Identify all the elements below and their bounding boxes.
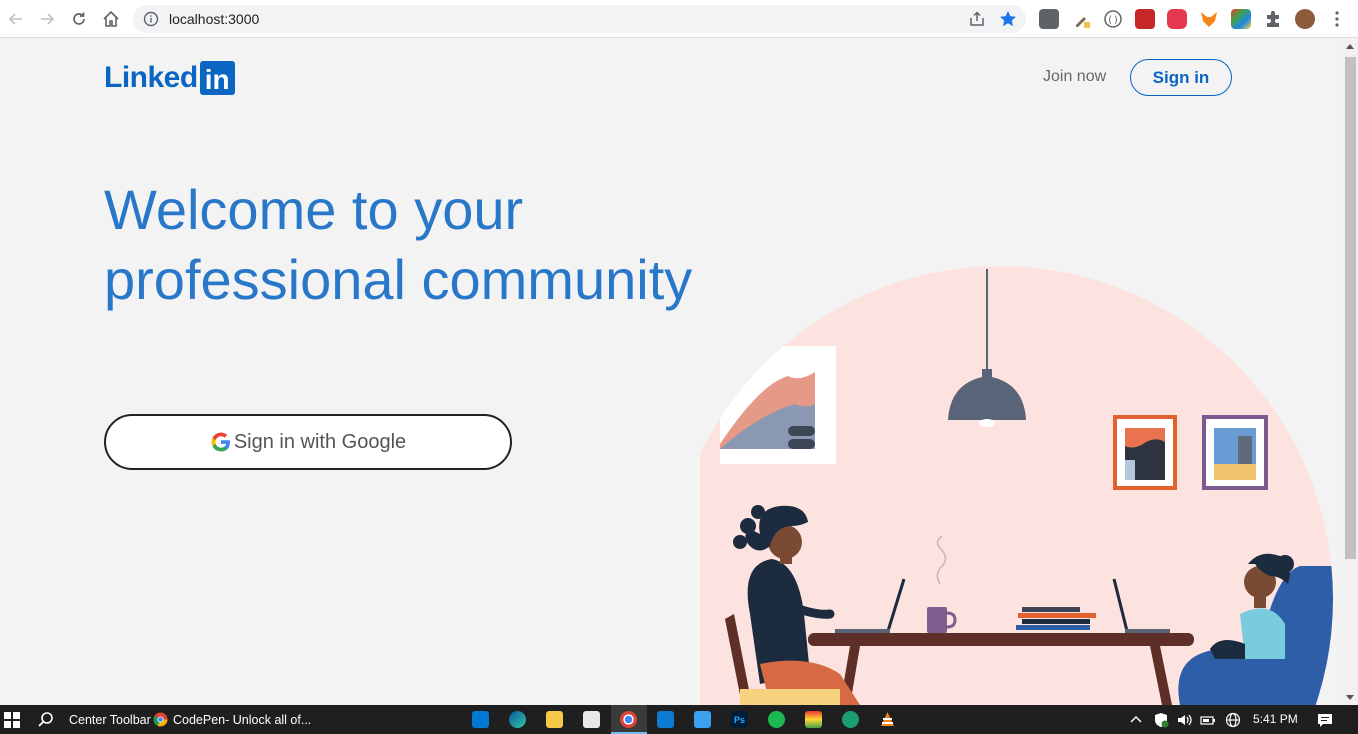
red-extension-icon[interactable] bbox=[1135, 9, 1155, 29]
network-globe-icon[interactable] bbox=[1225, 705, 1241, 734]
windows-logo-icon bbox=[4, 711, 20, 728]
linkedin-logo[interactable]: Linked in bbox=[104, 61, 235, 95]
url-text[interactable]: localhost:3000 bbox=[169, 11, 259, 27]
fox-extension-icon[interactable] bbox=[1199, 9, 1219, 29]
tray-chevron-icon[interactable] bbox=[1129, 705, 1143, 734]
clock-time[interactable]: 5:41 PM bbox=[1253, 712, 1298, 726]
security-shield-icon[interactable] bbox=[1153, 705, 1169, 734]
logo-in-box: in bbox=[199, 61, 235, 95]
forward-button[interactable] bbox=[35, 7, 59, 31]
scrollbar-thumb[interactable] bbox=[1345, 57, 1356, 559]
address-bar[interactable]: localhost:3000 bbox=[133, 5, 1026, 33]
home-icon bbox=[103, 10, 119, 27]
reload-button[interactable] bbox=[67, 7, 91, 31]
bookmark-star-icon[interactable] bbox=[998, 9, 1018, 29]
mail-app-icon[interactable] bbox=[472, 711, 489, 728]
vlc-app-icon[interactable] bbox=[879, 711, 896, 728]
taskbar-search-button[interactable] bbox=[37, 705, 55, 734]
headline-line-2: professional community bbox=[104, 248, 693, 311]
wall-art-orange-frame bbox=[1113, 415, 1177, 490]
scroll-down-arrow-icon[interactable] bbox=[1346, 695, 1354, 700]
volume-icon[interactable] bbox=[1176, 705, 1192, 734]
code-extension-icon[interactable]: () bbox=[1103, 9, 1123, 29]
profile-avatar[interactable] bbox=[1295, 9, 1315, 29]
google-icon bbox=[211, 432, 230, 452]
eyedropper-extension-icon[interactable] bbox=[1072, 9, 1092, 29]
back-button[interactable] bbox=[4, 7, 28, 31]
headline-line-1: Welcome to your bbox=[104, 178, 524, 241]
center-toolbar-item[interactable]: Center Toolbar bbox=[69, 705, 151, 734]
store-app-icon[interactable] bbox=[583, 711, 600, 728]
sign-in-button[interactable]: Sign in bbox=[1130, 59, 1232, 96]
search-icon bbox=[38, 711, 53, 727]
edge-app-icon[interactable] bbox=[509, 711, 526, 728]
taskbar-window-codepen[interactable]: CodePen- Unlock all of... bbox=[153, 705, 311, 734]
logo-word: Linked bbox=[104, 61, 198, 94]
info-icon[interactable] bbox=[143, 11, 159, 27]
share-icon[interactable] bbox=[968, 10, 986, 28]
file-explorer-icon[interactable] bbox=[546, 711, 563, 728]
reload-icon bbox=[73, 12, 85, 25]
center-toolbar-label: Center Toolbar bbox=[69, 712, 151, 727]
notifications-icon[interactable] bbox=[1317, 705, 1333, 734]
hero-illustration bbox=[700, 266, 1333, 705]
page-title: Welcome to your professional community bbox=[104, 175, 744, 315]
menu-kebab-icon[interactable] bbox=[1327, 9, 1347, 29]
photoshop-app-icon[interactable]: Ps bbox=[731, 711, 748, 728]
colorful-extension-icon[interactable] bbox=[1231, 9, 1251, 29]
spotify-app-icon[interactable] bbox=[768, 711, 785, 728]
extension-icon[interactable] bbox=[1039, 9, 1059, 29]
vscode-app-icon[interactable] bbox=[657, 711, 674, 728]
home-button[interactable] bbox=[99, 7, 123, 31]
google-button-label: Sign in with Google bbox=[233, 430, 407, 453]
window-title: CodePen- Unlock all of... bbox=[173, 712, 312, 727]
browser-toolbar: localhost:3000 () bbox=[0, 0, 1358, 38]
scroll-up-arrow-icon[interactable] bbox=[1346, 44, 1354, 49]
paint-app-icon[interactable] bbox=[805, 711, 822, 728]
chrome-app-icon[interactable] bbox=[620, 711, 637, 728]
page-scrollbar[interactable] bbox=[1343, 39, 1358, 705]
start-button[interactable] bbox=[4, 705, 20, 734]
pink-extension-icon[interactable] bbox=[1167, 9, 1187, 29]
arrow-right-icon bbox=[41, 13, 55, 25]
wall-art-purple-frame bbox=[1202, 415, 1268, 490]
join-now-link[interactable]: Join now bbox=[1043, 68, 1106, 86]
puzzle-extensions-icon[interactable] bbox=[1263, 9, 1283, 29]
windows-taskbar: Center Toolbar CodePen- Unlock all of...… bbox=[0, 705, 1358, 734]
svg-text:(): () bbox=[1107, 15, 1119, 26]
arrow-left-icon bbox=[8, 13, 22, 25]
chrome-icon bbox=[153, 712, 168, 727]
page-viewport: Linked in Join now Sign in Welcome to yo… bbox=[0, 39, 1343, 705]
battery-icon[interactable] bbox=[1200, 705, 1216, 734]
app-green-icon[interactable] bbox=[842, 711, 859, 728]
google-sign-in-button[interactable]: Sign in with Google bbox=[104, 414, 512, 470]
wall-art-left bbox=[720, 346, 836, 464]
notepad-app-icon[interactable] bbox=[694, 711, 711, 728]
